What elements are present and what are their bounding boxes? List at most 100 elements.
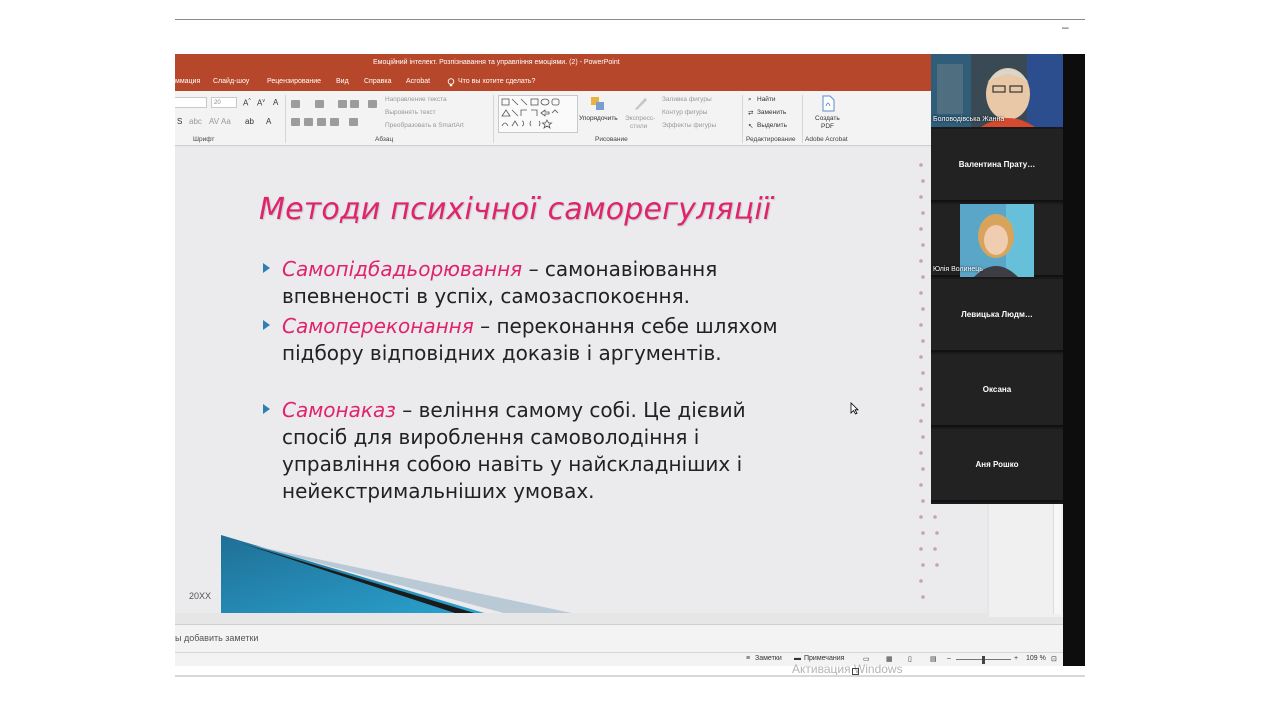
tab-animation[interactable]: ммация	[175, 78, 200, 85]
shape-effects-button[interactable]: Эффекты фигуры	[662, 122, 716, 129]
change-case-icon[interactable]: Aa	[221, 117, 231, 126]
viewer-bottom-line	[175, 675, 1085, 677]
select-icon[interactable]: ↖	[748, 122, 753, 130]
participant-tile[interactable]: Боловодівська Жанна	[931, 54, 1063, 127]
zoom-slider-thumb[interactable]	[982, 656, 985, 664]
participant-tile[interactable]: Аня Рошко	[931, 429, 1063, 502]
reading-view-icon[interactable]: ▯	[908, 655, 912, 663]
shape-fill-button[interactable]: Заливка фигуры	[662, 96, 712, 103]
slide-title: Методи психічної саморегуляції	[259, 192, 772, 227]
zoom-in-icon[interactable]: +	[1014, 655, 1018, 662]
align-left-icon[interactable]	[291, 118, 300, 126]
resize-handle-icon[interactable]	[852, 668, 859, 675]
quick-styles-line2[interactable]: стили	[630, 123, 647, 130]
tell-me-search[interactable]: Что вы хотите сделать?	[458, 78, 535, 85]
notes-icon[interactable]: ≡	[746, 655, 750, 662]
replace-button[interactable]: Заменить	[757, 109, 786, 116]
bullet-arrow-icon	[263, 263, 270, 273]
zoom-out-icon[interactable]: –	[947, 655, 951, 662]
tab-slideshow[interactable]: Слайд-шоу	[213, 78, 249, 85]
quick-styles-line1[interactable]: Экспресс-	[625, 115, 655, 122]
powerpoint-window: Емоційний інтелект. Розпізнавання та упр…	[175, 54, 1063, 666]
participant-tile[interactable]: Оксана	[931, 354, 1063, 427]
shape-outline-button[interactable]: Контур фигуры	[662, 109, 707, 116]
notes-button[interactable]: Заметки	[755, 655, 782, 662]
minimize-icon[interactable]: –	[1062, 20, 1069, 34]
font-name-box[interactable]	[175, 97, 207, 108]
notes-placeholder[interactable]: ы добавить заметки	[175, 633, 258, 643]
select-button[interactable]: Выделить	[757, 122, 787, 129]
tab-help[interactable]: Справка	[364, 78, 391, 85]
pdf-icon[interactable]	[820, 95, 836, 112]
bullets-icon[interactable]	[291, 100, 300, 108]
bullet-arrow-icon	[263, 404, 270, 414]
font-color-icon[interactable]: A	[266, 117, 271, 126]
participant-name: Валентина Прату…	[958, 160, 1036, 169]
participants-panel: Боловодівська Жанна Валентина Прату… Юлі…	[931, 54, 1063, 504]
slide-decoration-wedge	[221, 535, 572, 613]
columns-icon[interactable]	[349, 118, 358, 126]
bullet-item: Самонаказ – веління самому собі. Це дієв…	[263, 397, 803, 505]
bullet-arrow-icon	[263, 320, 270, 330]
align-center-icon[interactable]	[304, 118, 313, 126]
shrink-font-icon[interactable]: Av	[257, 98, 265, 108]
comments-icon[interactable]: ▬	[794, 655, 801, 662]
align-text-button[interactable]: Выровнять текст	[385, 109, 436, 116]
decrease-indent-icon[interactable]	[338, 100, 347, 108]
participant-name: Юлія Волинець	[933, 266, 983, 273]
status-bar: ≡ Заметки ▬ Примечания ▭ ▦ ▯ ▤ – + 109 %…	[175, 652, 1063, 666]
text-direction-button[interactable]: Направление текста	[385, 96, 447, 103]
find-icon[interactable]: ⌕	[748, 96, 752, 104]
justify-icon[interactable]	[330, 118, 339, 126]
participant-tile[interactable]: Левицька Людм…	[931, 279, 1063, 352]
tab-acrobat[interactable]: Acrobat	[406, 78, 430, 85]
group-label-paragraph: Абзац	[375, 136, 394, 143]
ribbon: 20 A^ Av A S abc AV Aa ab A Шрифт Направ…	[175, 91, 1063, 146]
increase-indent-icon[interactable]	[350, 100, 359, 108]
find-button[interactable]: Найти	[757, 96, 776, 103]
align-right-icon[interactable]	[317, 118, 326, 126]
ribbon-separator	[742, 95, 743, 143]
comments-button[interactable]: Примечания	[804, 655, 844, 662]
participant-tile[interactable]: Валентина Прату…	[931, 129, 1063, 202]
participant-tile[interactable]: Юлія Волинець	[931, 204, 1063, 277]
smartart-button[interactable]: Преобразовать в SmartArt	[385, 122, 464, 129]
bullet-item: Самопідбадьорювання – самонавіювання впе…	[263, 256, 803, 310]
arrange-icon[interactable]	[590, 96, 606, 111]
quick-styles-icon[interactable]	[633, 96, 649, 111]
group-label-editing: Редактирование	[746, 136, 796, 143]
clear-format-icon[interactable]: A	[273, 98, 278, 107]
numbering-icon[interactable]	[315, 100, 324, 108]
shapes-gallery[interactable]	[498, 95, 578, 133]
bullet-term: Самонаказ	[282, 398, 396, 422]
slide-canvas[interactable]: Методи психічної саморегуляції Самопідба…	[175, 147, 987, 613]
participant-name: Левицька Людм…	[961, 310, 1033, 319]
viewer-top-line	[175, 19, 1085, 20]
bullet-item: Самопереконання – переконання себе шляхо…	[263, 313, 803, 367]
highlight-icon[interactable]: ab	[245, 117, 254, 126]
windows-activation-watermark: Активация Windows	[792, 662, 903, 676]
tab-review[interactable]: Рецензирование	[267, 78, 321, 85]
font-size-box[interactable]: 20	[211, 97, 237, 108]
notes-pane[interactable]: ы добавить заметки	[175, 624, 1063, 652]
window-title: Емоційний інтелект. Розпізнавання та упр…	[373, 59, 620, 66]
replace-icon[interactable]: ⇄	[748, 109, 753, 117]
slide-editor: Методи психічної саморегуляції Самопідба…	[175, 147, 987, 617]
group-label-drawing: Рисование	[595, 136, 628, 143]
shadow-icon[interactable]: S	[177, 117, 182, 126]
participant-name: Оксана	[982, 385, 1012, 394]
slideshow-view-icon[interactable]: ▤	[930, 655, 937, 663]
strikethrough-icon[interactable]: abc	[189, 117, 202, 126]
slide-footer-date: 20XX	[189, 591, 212, 601]
grow-font-icon[interactable]: A^	[243, 98, 251, 108]
zoom-level[interactable]: 109 %	[1026, 655, 1046, 662]
bullet-term: Самопідбадьорювання	[282, 257, 523, 281]
char-spacing-icon[interactable]: AV	[209, 117, 219, 126]
create-pdf-line2[interactable]: PDF	[821, 123, 834, 130]
ribbon-separator	[493, 95, 494, 143]
fit-slide-icon[interactable]: ⊡	[1051, 655, 1057, 663]
line-spacing-icon[interactable]	[368, 100, 377, 108]
arrange-button[interactable]: Упорядочить	[579, 115, 618, 122]
tab-view[interactable]: Вид	[336, 78, 349, 85]
create-pdf-line1[interactable]: Создать	[815, 115, 840, 122]
